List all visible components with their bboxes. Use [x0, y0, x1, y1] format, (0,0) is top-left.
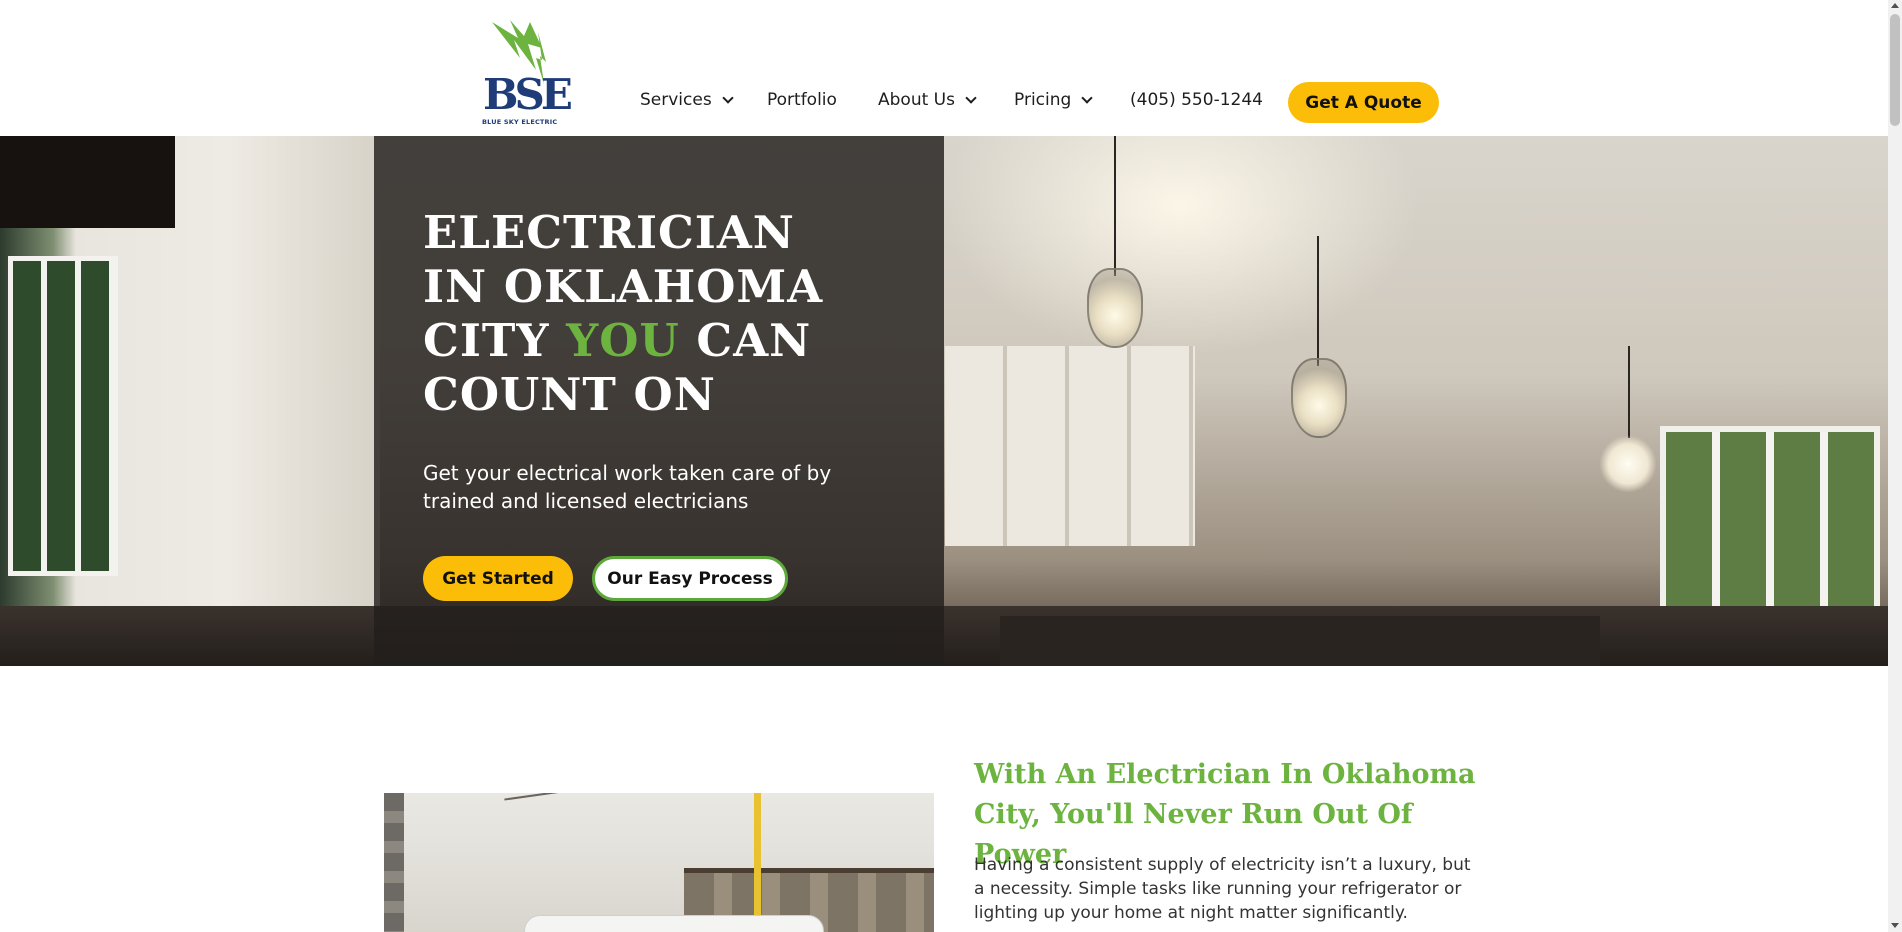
logo-subtitle: BLUE SKY ELECTRIC	[482, 118, 558, 126]
stone-wall	[384, 793, 404, 932]
pendant-light	[1291, 358, 1347, 438]
hero-title-line2: IN OKLAHOMA	[423, 260, 824, 313]
scroll-up-arrow-icon[interactable]	[1891, 3, 1899, 8]
nav-services[interactable]: Services	[640, 90, 734, 110]
hero-subtitle: Get your electrical work taken care of b…	[423, 461, 832, 513]
chevron-down-icon	[1081, 91, 1093, 104]
hero-title-accent: YOU	[566, 314, 680, 367]
hero-title: ELECTRICIAN IN OKLAHOMA CITY YOU CAN COU…	[423, 206, 923, 422]
gas-pipe	[754, 793, 761, 932]
pendant-cord	[1628, 346, 1630, 438]
get-a-quote-button[interactable]: Get A Quote	[1288, 82, 1439, 123]
get-started-button[interactable]: Get Started	[423, 556, 573, 601]
intro-image	[384, 793, 934, 932]
nav-portfolio-label: Portfolio	[767, 90, 837, 110]
hero-cabinets	[945, 346, 1195, 546]
pendant-light	[1087, 268, 1143, 348]
hero-window-left	[8, 256, 118, 576]
nav-services-label: Services	[640, 90, 712, 110]
nav-about-us-label: About Us	[878, 90, 955, 110]
hero-title-line3-post: CAN	[679, 314, 812, 367]
scroll-down-arrow-icon[interactable]	[1891, 923, 1899, 928]
hero-island	[1000, 616, 1600, 666]
hero-background-image	[0, 136, 1888, 666]
chevron-down-icon	[965, 91, 977, 104]
nav-pricing-label: Pricing	[1014, 90, 1072, 110]
nav-about-us[interactable]: About Us	[878, 90, 977, 110]
scrollbar-track[interactable]	[1888, 0, 1902, 932]
site-header: BSE BLUE SKY ELECTRIC Services Portfolio…	[0, 0, 1888, 136]
pendant-cord	[1317, 236, 1319, 366]
phone-number: (405) 550-1244	[1130, 90, 1263, 110]
nav-phone-link[interactable]: (405) 550-1244	[1130, 90, 1263, 110]
hero-title-line1: ELECTRICIAN	[423, 206, 795, 259]
nav-portfolio[interactable]: Portfolio	[767, 90, 837, 110]
our-easy-process-button[interactable]: Our Easy Process	[592, 556, 788, 601]
hero-counter	[0, 606, 1888, 666]
star-light	[1600, 436, 1656, 492]
pendant-cord	[1114, 136, 1116, 276]
water-heater-unit	[524, 915, 824, 932]
logo-text: BSE	[483, 70, 573, 119]
intro-body: Having a consistent supply of electricit…	[974, 855, 1471, 923]
chevron-down-icon	[722, 91, 734, 104]
nav-pricing[interactable]: Pricing	[1014, 90, 1093, 110]
hero-title-line3-pre: CITY	[423, 314, 567, 367]
scrollbar-thumb[interactable]	[1890, 14, 1900, 126]
site-logo[interactable]: BSE BLUE SKY ELECTRIC	[480, 18, 573, 128]
hero-title-line4: COUNT ON	[423, 368, 716, 421]
hero-valance	[0, 136, 175, 228]
wire	[504, 793, 584, 801]
